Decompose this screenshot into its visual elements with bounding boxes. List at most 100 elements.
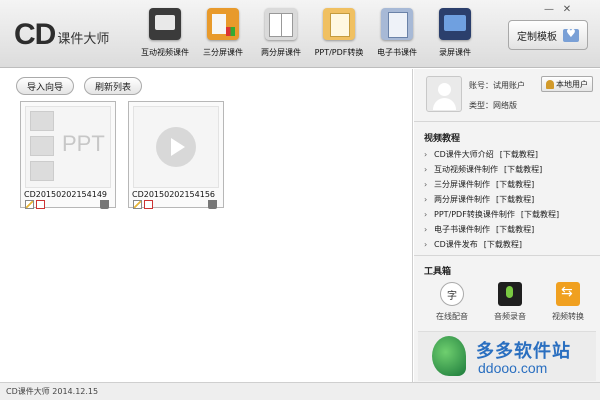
trash-icon[interactable] xyxy=(100,200,109,209)
download-tutorial-link[interactable]: [下载教程] xyxy=(496,194,534,205)
course-actions xyxy=(25,200,45,209)
chevron-right-icon: › xyxy=(424,165,428,174)
download-tutorial-link[interactable]: [下载教程] xyxy=(500,149,538,160)
two-split-screen-icon xyxy=(265,8,297,40)
online-dubbing-button[interactable]: 在线配音 xyxy=(434,282,470,322)
tool-label: 在线配音 xyxy=(436,312,468,321)
chevron-right-icon: › xyxy=(424,195,428,204)
tool-label: 视频转换 xyxy=(552,312,584,321)
tutorial-item: › 三分屏课件制作 [下载教程] xyxy=(424,177,594,192)
toolbar-ppt-pdf-convert-button[interactable]: PPT/PDF转换 xyxy=(310,8,368,64)
status-text: CD课件大师 2014.12.15 xyxy=(6,387,99,396)
toolbox: 在线配音 音频录音 视频转换 xyxy=(434,282,586,322)
tutorial-list: › CD课件大师介绍 [下载教程] › 互动视频课件制作 [下载教程] › 三分屏课件制作… xyxy=(424,147,594,252)
status-bar: CD课件大师 2014.12.15 xyxy=(0,382,600,400)
watermark-banner: 多多软件站 ddooo.com xyxy=(418,331,596,381)
toolbox-title: 工具箱 xyxy=(424,267,452,277)
tutorial-link[interactable]: CD课件大师介绍 xyxy=(434,149,494,160)
account-value: 试用账户 xyxy=(493,81,525,90)
course-name: CD20150202154156 xyxy=(132,190,216,199)
import-wizard-button[interactable]: 导入向导 xyxy=(16,77,75,95)
tutorial-item: › 互动视频课件制作 [下载教程] xyxy=(424,162,594,177)
tutorial-link[interactable]: 电子书课件制作 xyxy=(434,224,490,235)
ebook-icon xyxy=(381,8,413,40)
toolbar-label: PPT/PDF转换 xyxy=(314,48,364,57)
toolbar-ebook-button[interactable]: 电子书课件 xyxy=(368,8,426,64)
course-thumbnail: PPT xyxy=(25,106,111,188)
refresh-list-button[interactable]: 刷新列表 xyxy=(84,77,143,95)
screen-record-icon xyxy=(439,8,471,40)
right-panel: 账号：试用账户 类型：网络版 本地用户 视频教程 › CD课件大师介绍 [下载教程]… xyxy=(414,69,600,382)
watermark-url: ddooo.com xyxy=(478,360,548,376)
tutorials-title: 视频教程 xyxy=(424,134,461,144)
export-icon[interactable] xyxy=(36,200,45,209)
download-tutorial-link[interactable]: [下载教程] xyxy=(504,164,542,175)
logo-cd: CD xyxy=(14,18,56,51)
audio-record-icon xyxy=(498,282,522,306)
local-user-button[interactable]: 本地用户 xyxy=(541,76,593,92)
account-row: 账号：试用账户 xyxy=(469,80,525,91)
edit-icon[interactable] xyxy=(25,200,34,209)
chevron-right-icon: › xyxy=(424,240,428,249)
course-card[interactable]: CD20150202154156 xyxy=(128,101,224,209)
download-tutorial-link[interactable]: [下载教程] xyxy=(496,224,534,235)
chevron-right-icon: › xyxy=(424,210,428,219)
local-user-label: 本地用户 xyxy=(556,79,588,89)
course-grid: PPT CD20150202154149 CD20150202154156 xyxy=(20,101,224,209)
minimize-button[interactable]: — xyxy=(540,2,558,16)
ppt-slide-strip xyxy=(30,111,54,185)
ppt-thumb-text: PPT xyxy=(62,131,105,156)
chevron-right-icon: › xyxy=(424,150,428,159)
download-tutorial-link[interactable]: [下载教程] xyxy=(521,209,559,220)
edit-icon[interactable] xyxy=(133,200,142,209)
list-action-bar: 导入向导 刷新列表 xyxy=(16,77,143,95)
user-icon xyxy=(546,79,554,89)
download-tutorial-link[interactable]: [下载教程] xyxy=(496,179,534,190)
toolbar-label: 电子书课件 xyxy=(377,48,417,57)
course-card[interactable]: PPT CD20150202154149 xyxy=(20,101,116,209)
divider xyxy=(414,255,600,256)
toolbar-label: 三分屏课件 xyxy=(203,48,243,57)
tutorial-link[interactable]: 三分屏课件制作 xyxy=(434,179,490,190)
custom-template-label: 定制模板 xyxy=(517,31,557,43)
tutorial-link[interactable]: 互动视频课件制作 xyxy=(434,164,498,175)
toolbar-label: 录屏课件 xyxy=(439,48,471,57)
export-icon[interactable] xyxy=(144,200,153,209)
course-actions xyxy=(133,200,153,209)
course-list-area: 导入向导 刷新列表 PPT CD20150202154149 CD2015020… xyxy=(0,69,413,382)
tutorial-link[interactable]: CD课件发布 xyxy=(434,239,478,250)
tutorial-link[interactable]: 两分屏课件制作 xyxy=(434,194,490,205)
tutorial-item: › PPT/PDF转换课件制作 [下载教程] xyxy=(424,207,594,222)
tutorial-item: › 两分屏课件制作 [下载教程] xyxy=(424,192,594,207)
toolbar-three-screen-button[interactable]: 三分屏课件 xyxy=(194,8,252,64)
chevron-right-icon: › xyxy=(424,225,428,234)
ppt-pdf-convert-icon xyxy=(323,8,355,40)
audio-record-button[interactable]: 音频录音 xyxy=(492,282,528,322)
video-courseware-icon xyxy=(149,8,181,40)
divider xyxy=(414,121,600,122)
toolbar-two-screen-button[interactable]: 两分屏课件 xyxy=(252,8,310,64)
chevron-right-icon: › xyxy=(424,180,428,189)
close-button[interactable]: ✕ xyxy=(558,2,576,16)
main-toolbar: 互动视频课件 三分屏课件 两分屏课件 PPT/PDF转换 电子书课件 录屏课件 xyxy=(136,8,484,64)
video-convert-button[interactable]: 视频转换 xyxy=(550,282,586,322)
video-convert-icon xyxy=(556,282,580,306)
download-tutorial-link[interactable]: [下载教程] xyxy=(484,239,522,250)
custom-template-button[interactable]: 定制模板 xyxy=(508,20,588,50)
avatar-icon xyxy=(426,76,462,112)
toolbar-interactive-video-button[interactable]: 互动视频课件 xyxy=(136,8,194,64)
app-logo: CD 课件大师 xyxy=(14,16,109,50)
account-type-row: 类型：网络版 xyxy=(469,100,517,111)
type-label: 类型： xyxy=(469,101,493,110)
tutorial-item: › CD课件大师介绍 [下载教程] xyxy=(424,147,594,162)
template-icon xyxy=(563,27,579,42)
three-split-screen-icon xyxy=(207,8,239,40)
course-name: CD20150202154149 xyxy=(24,190,108,199)
tool-label: 音频录音 xyxy=(494,312,526,321)
watermark-logo-icon xyxy=(432,336,466,376)
tutorial-link[interactable]: PPT/PDF转换课件制作 xyxy=(434,209,515,220)
window-controls: — ✕ xyxy=(540,2,576,16)
trash-icon[interactable] xyxy=(208,200,217,209)
toolbar-screen-record-button[interactable]: 录屏课件 xyxy=(426,8,484,64)
tutorial-item: › 电子书课件制作 [下载教程] xyxy=(424,222,594,237)
